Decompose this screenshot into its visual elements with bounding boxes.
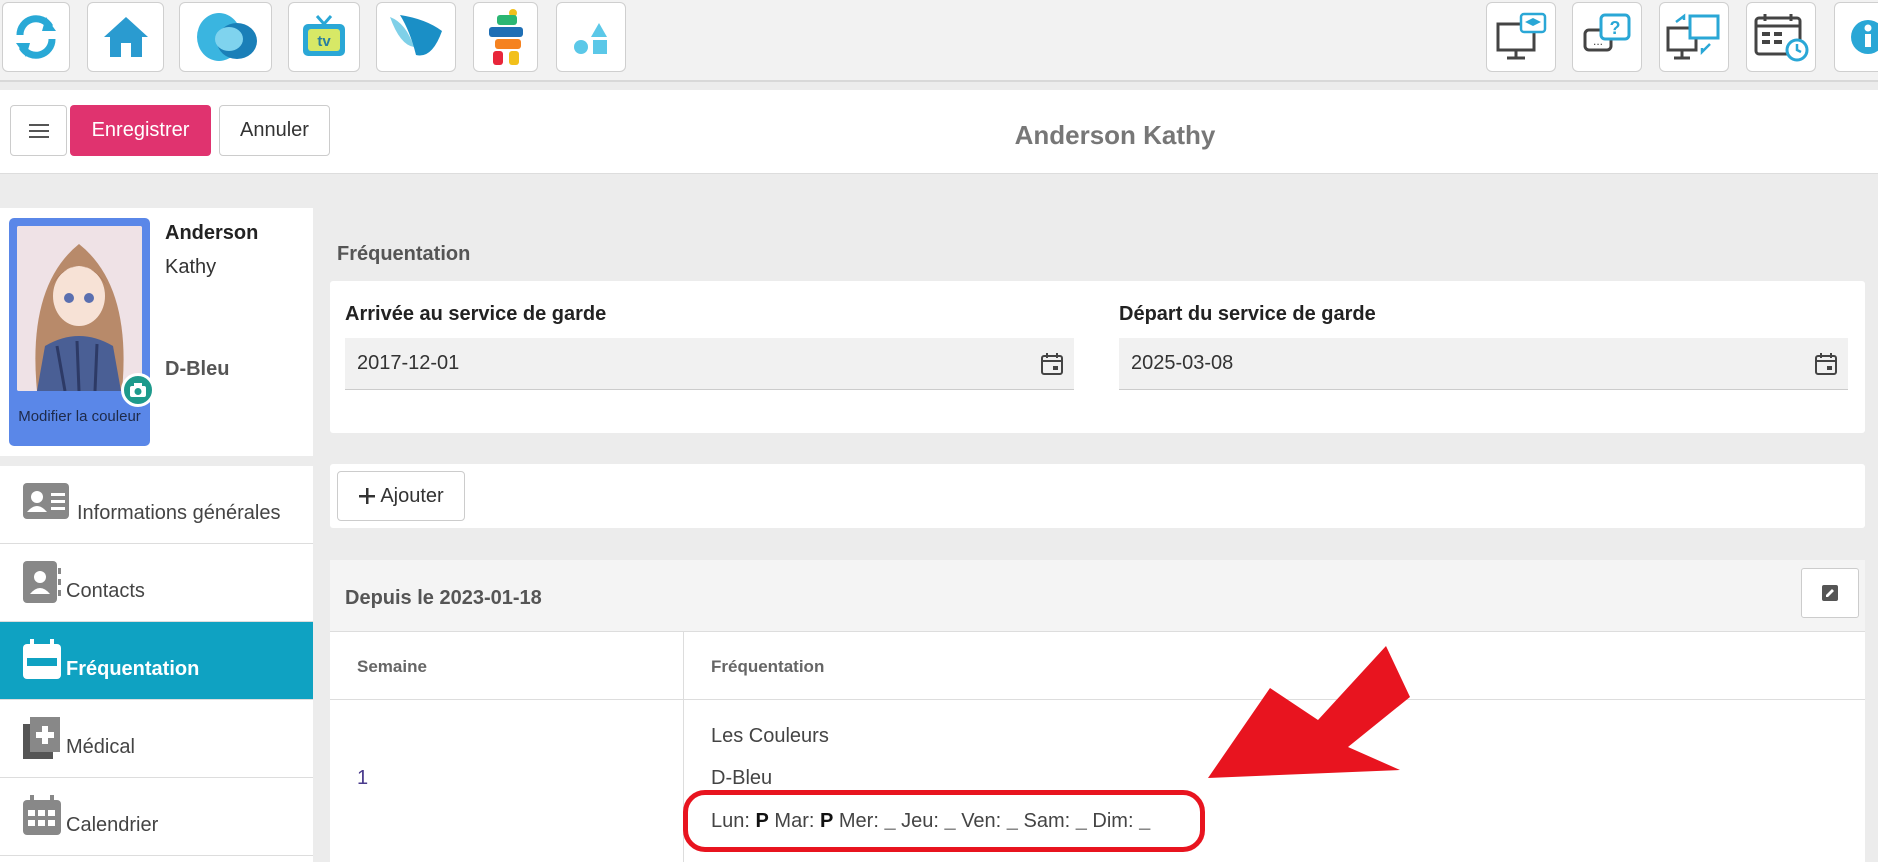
hamburger-icon [28,123,49,138]
photo-color-card[interactable]: Modifier la couleur [9,218,155,446]
training-icon [1496,12,1547,60]
schedule-since: Depuis le 2023-01-18 [345,587,542,609]
sidebar-item-medical[interactable]: Médical [0,700,313,778]
tv-icon: tv [303,15,345,56]
refresh-button[interactable] [2,2,70,72]
home-button[interactable] [87,2,164,72]
help-button[interactable]: ... ? [1572,2,1642,72]
add-card: Ajouter [330,464,1865,528]
calendar-picker-icon[interactable] [1814,352,1838,376]
camera-icon[interactable] [121,373,155,407]
svg-text:tv: tv [317,33,331,50]
inukshuk-icon [488,9,523,65]
sidebar-item-label: Informations générales [77,502,281,524]
training-button[interactable] [1486,2,1556,72]
app-logo-icon [196,13,257,61]
schedule-button[interactable] [1746,2,1816,72]
calendar-picker-icon[interactable] [1040,352,1064,376]
pencil-icon [1822,585,1838,601]
sidebar-item-label: Calendrier [66,814,159,836]
inukshuk-button[interactable] [473,2,538,72]
arrival-date-field[interactable]: 2017-12-01 [345,338,1074,390]
id-card-icon [23,483,69,519]
shapes-button[interactable] [556,2,626,72]
sidebar-item-contacts[interactable]: Contacts [0,544,313,622]
sidebar-item-frequentation[interactable]: Fréquentation [0,622,313,700]
child-first-name: Kathy [165,256,217,278]
schedule-header: Depuis le 2023-01-18 [330,560,1865,632]
remote-icon [1666,13,1720,60]
butterfly-icon [390,15,442,56]
group-name: D-Bleu [711,767,773,789]
column-header-week: Semaine [330,632,683,700]
shapes-icon [574,23,607,54]
child-photo [17,226,142,391]
action-bar: Enregistrer Annuler Anderson Kathy [0,90,1878,174]
cancel-button[interactable]: Annuler [219,105,330,156]
arrival-label: Arrivée au service de garde [345,303,607,325]
svg-text:?: ? [1610,18,1621,38]
edit-button[interactable] [1801,568,1859,618]
departure-date-value: 2025-03-08 [1131,352,1234,374]
program-name: Les Couleurs [711,725,829,747]
sidebar-item-calendar[interactable]: Calendrier [0,778,313,856]
departure-label: Départ du service de garde [1119,303,1376,325]
address-book-icon [23,561,61,603]
add-button[interactable]: Ajouter [337,471,465,521]
arrival-date-value: 2017-12-01 [357,352,460,374]
child-last-name: Anderson [165,222,259,244]
photo-caption: Modifier la couleur [18,408,141,425]
refresh-icon [16,15,56,59]
sidebar-item-label: Contacts [66,580,145,602]
add-button-label: Ajouter [380,484,444,507]
sidebar-item-label: Fréquentation [66,658,200,680]
child-group: D-Bleu [165,358,230,380]
annotation-highlight-box [683,790,1205,852]
calendar-grid-icon [23,795,61,835]
save-button[interactable]: Enregistrer [70,105,211,156]
menu-button[interactable] [10,105,67,156]
calendar-icon [23,639,61,679]
departure-date-field[interactable]: 2025-03-08 [1119,338,1848,390]
column-header-frequentation: Fréquentation [684,632,1865,700]
sidebar-item-general-info[interactable]: Informations générales [0,466,313,544]
schedule-icon [1754,14,1809,62]
sidebar-item-label: Médical [66,736,135,758]
app-logo-button[interactable] [179,2,272,72]
tv-button[interactable]: tv [288,2,360,72]
remote-button[interactable] [1659,2,1729,72]
service-dates-card: Arrivée au service de garde 2017-12-01 D… [330,281,1865,433]
page-title: Anderson Kathy [1014,120,1216,150]
week-number: 1 [357,767,369,789]
plus-icon [359,488,376,504]
info-button[interactable] [1834,2,1878,72]
top-toolbar: tv ... ? [0,0,1878,82]
help-icon: ... ? [1583,13,1631,52]
home-icon [103,17,148,57]
medical-file-icon [23,717,60,759]
section-title: Fréquentation [337,243,471,265]
butterfly-button[interactable] [376,2,456,72]
profile-card: Modifier la couleur Anderson Kathy D-Ble… [0,208,313,456]
info-icon [1851,20,1878,54]
sidebar-nav: Informations générales Contacts Fréquent… [0,466,313,862]
